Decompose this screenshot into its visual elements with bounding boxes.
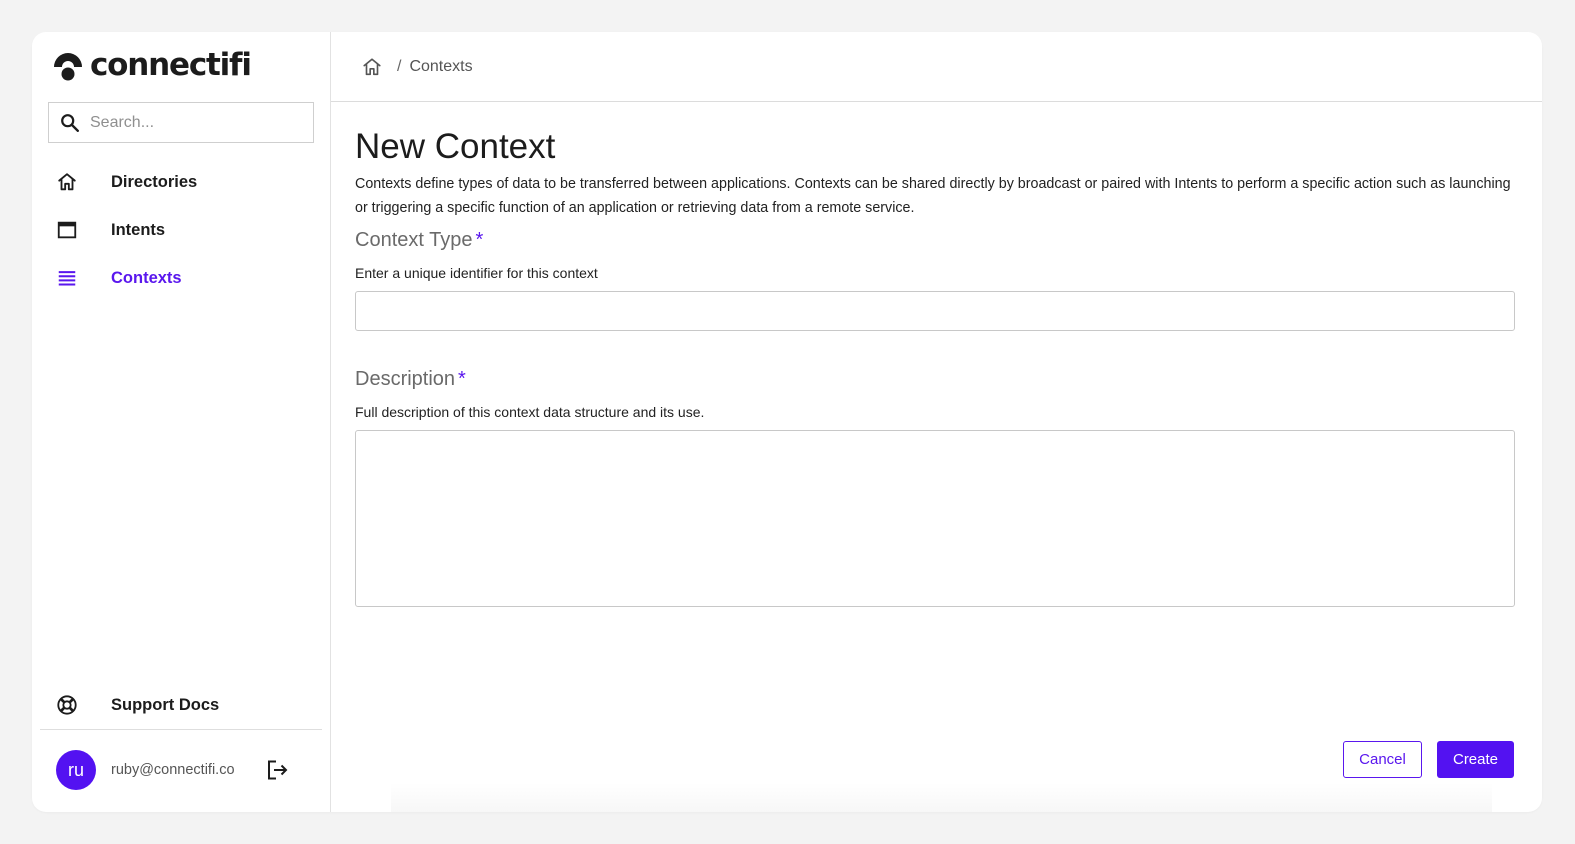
sidebar-item-contexts[interactable]: Contexts xyxy=(54,263,182,293)
sidebar: connectifi Directories xyxy=(32,32,331,812)
search-input[interactable] xyxy=(90,113,300,132)
context-type-label: Context Type * xyxy=(355,229,1520,252)
search-box xyxy=(48,102,314,143)
required-marker: * xyxy=(458,368,466,390)
user-profile: ru ruby@connectifi.co xyxy=(56,750,289,790)
cancel-button[interactable]: Cancel xyxy=(1343,741,1422,778)
context-type-field: Context Type * Enter a unique identifier … xyxy=(355,229,1520,331)
list-icon xyxy=(54,265,80,291)
connectifi-logo-icon xyxy=(54,53,82,81)
breadcrumb-current: Contexts xyxy=(409,57,473,75)
app-window: connectifi Directories xyxy=(32,32,1542,812)
sidebar-item-label: Directories xyxy=(111,172,198,191)
home-icon xyxy=(54,169,80,195)
sidebar-divider xyxy=(40,729,322,730)
brand-name: connectifi xyxy=(90,47,252,83)
description-label: Description * xyxy=(355,368,1520,391)
context-type-label-text: Context Type xyxy=(355,229,473,251)
breadcrumb-separator: / xyxy=(397,57,402,75)
required-marker: * xyxy=(475,229,484,251)
context-type-input[interactable] xyxy=(355,291,1515,331)
description-help: Full description of this context data st… xyxy=(355,404,705,420)
main-content: / Contexts New Context Contexts define t… xyxy=(331,32,1542,812)
description-field: Description * Full description of this co… xyxy=(355,368,1520,607)
create-button[interactable]: Create xyxy=(1437,741,1514,778)
page-description: Contexts define types of data to be tran… xyxy=(355,176,1511,216)
support-docs-link[interactable]: Support Docs xyxy=(54,690,219,720)
logout-icon[interactable] xyxy=(265,758,289,782)
footer-shadow xyxy=(391,782,1492,812)
sidebar-item-label: Contexts xyxy=(111,268,182,287)
sidebar-item-label: Intents xyxy=(111,220,166,239)
breadcrumb: / Contexts xyxy=(331,32,1542,102)
description-label-text: Description xyxy=(355,368,456,390)
context-type-help: Enter a unique identifier for this conte… xyxy=(355,265,598,281)
brand-logo[interactable]: connectifi xyxy=(52,47,252,83)
sidebar-item-intents[interactable]: Intents xyxy=(54,215,165,245)
sidebar-item-directories[interactable]: Directories xyxy=(54,167,197,197)
description-textarea[interactable] xyxy=(355,430,1515,607)
window-icon xyxy=(54,217,80,243)
form-area: New Context Contexts define types of dat… xyxy=(355,126,1520,607)
support-docs-label: Support Docs xyxy=(111,695,220,714)
search-icon xyxy=(61,113,79,132)
page-title: New Context xyxy=(355,127,556,166)
user-email: ruby@connectifi.co xyxy=(111,762,235,778)
lifebuoy-icon xyxy=(54,692,80,718)
home-icon[interactable] xyxy=(361,56,383,78)
avatar[interactable]: ru xyxy=(56,750,96,790)
